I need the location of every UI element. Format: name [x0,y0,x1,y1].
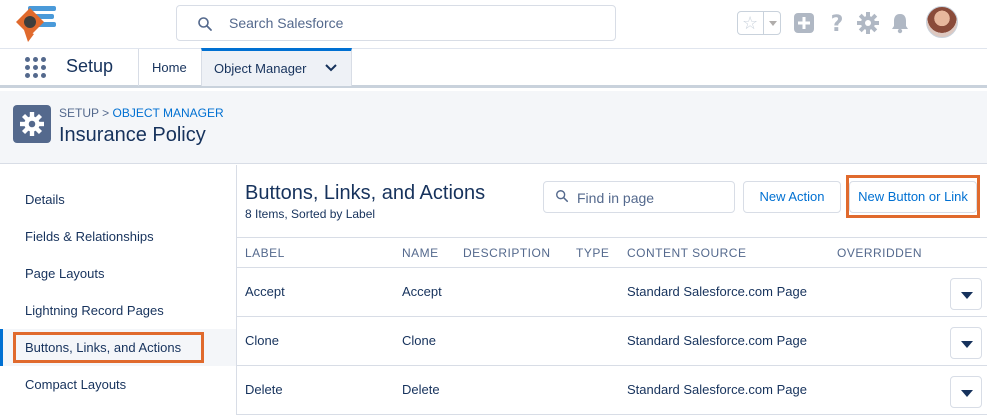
sidebar-item-details[interactable]: Details [0,181,236,218]
bell-icon[interactable] [889,12,911,34]
star-icon: ☆ [742,13,759,33]
breadcrumb-root[interactable]: SETUP [59,106,99,120]
column-header-name[interactable]: NAME [402,246,439,260]
sidebar-item-label: Page Layouts [25,266,105,281]
section-title: Buttons, Links, and Actions [245,182,486,204]
search-icon [198,17,212,31]
gear-icon [20,112,44,136]
highlight-box-sidebar [13,332,204,363]
column-header-overridden[interactable]: OVERRIDDEN [837,246,922,260]
page-title: Insurance Policy [59,124,206,146]
page-header: SETUP > OBJECT MANAGER Insurance Policy [0,91,987,164]
favorites-dropdown-icon[interactable] [763,12,781,34]
sidebar-item-label: Compact Layouts [25,377,127,392]
nav-bar: Setup Home Object Manager [0,48,987,88]
nav-divider [138,49,139,86]
row-actions-dropdown[interactable] [950,376,982,408]
main-content: Buttons, Links, and Actions 8 Items, Sor… [237,165,987,415]
table-row: Accept Accept Standard Salesforce.com Pa… [237,268,987,317]
column-header-content-source[interactable]: CONTENT SOURCE [627,246,746,260]
row-actions-dropdown[interactable] [950,278,982,310]
cell-content-source: Standard Salesforce.com Page [627,284,807,299]
section-subtitle: 8 Items, Sorted by Label [245,207,376,221]
breadcrumb-separator: > [102,106,110,120]
column-header-description[interactable]: DESCRIPTION [463,246,551,260]
tab-object-manager-label: Object Manager [214,61,307,76]
table-header: LABEL NAME DESCRIPTION TYPE CONTENT SOUR… [237,237,987,268]
cell-name: Accept [402,284,442,299]
column-header-label[interactable]: LABEL [245,246,285,260]
sidebar-item-page-layouts[interactable]: Page Layouts [0,255,236,292]
table-row: Delete Delete Standard Salesforce.com Pa… [237,366,987,415]
breadcrumb-object-manager[interactable]: OBJECT MANAGER [113,106,224,120]
avatar[interactable] [926,6,958,38]
breadcrumb: SETUP > OBJECT MANAGER [59,106,224,120]
sidebar-item-label: Fields & Relationships [25,229,154,244]
cell-content-source: Standard Salesforce.com Page [627,382,807,397]
object-icon [13,105,51,143]
cell-label[interactable]: Accept [245,284,285,299]
tab-home[interactable]: Home [152,60,187,75]
sidebar-item-lightning-record-pages[interactable]: Lightning Record Pages [0,292,236,329]
sidebar-item-fields-relationships[interactable]: Fields & Relationships [0,218,236,255]
cell-label[interactable]: Delete [245,382,283,397]
sidebar-item-label: Details [25,192,65,207]
waffle-icon[interactable] [25,57,47,79]
cell-label[interactable]: Clone [245,333,279,348]
gear-icon[interactable] [857,12,879,34]
sidebar-item-label: Lightning Record Pages [25,303,164,318]
sidebar: Details Fields & Relationships Page Layo… [0,165,237,415]
global-header: Search Salesforce ☆ ? [0,0,987,48]
app-name: Setup [66,56,114,76]
column-header-type[interactable]: TYPE [576,246,609,260]
find-placeholder: Find in page [577,190,655,206]
plus-icon[interactable] [793,12,815,34]
favorites-button[interactable]: ☆ [737,11,781,35]
search-icon [556,190,569,203]
question-icon[interactable]: ? [826,12,848,34]
sidebar-item-compact-layouts[interactable]: Compact Layouts [0,366,236,403]
search-placeholder: Search Salesforce [229,15,344,31]
cell-name: Clone [402,333,436,348]
cell-content-source: Standard Salesforce.com Page [627,333,807,348]
chevron-down-icon[interactable] [324,61,338,75]
highlight-box-button [846,175,980,218]
global-search-input[interactable]: Search Salesforce [176,5,616,41]
table-row: Clone Clone Standard Salesforce.com Page [237,317,987,366]
company-logo[interactable] [12,4,58,44]
row-actions-dropdown[interactable] [950,327,982,359]
svg-text:?: ? [831,12,844,34]
new-action-button[interactable]: New Action [743,181,841,213]
cell-name: Delete [402,382,440,397]
tab-object-manager[interactable]: Object Manager [201,48,352,86]
find-in-page-input[interactable]: Find in page [543,181,735,213]
